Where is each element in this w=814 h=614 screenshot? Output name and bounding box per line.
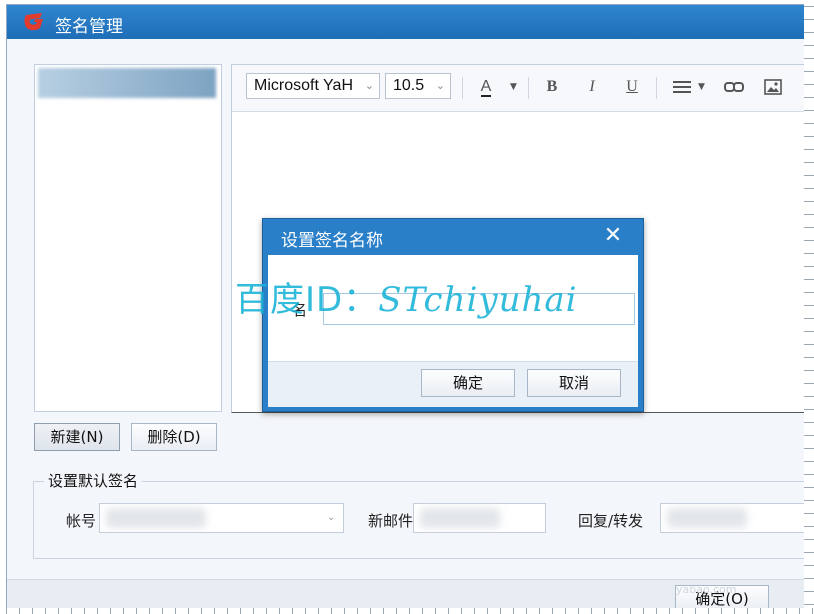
dialog-ok-button[interactable]: 确定 (421, 369, 515, 397)
toolbar-divider (656, 77, 657, 99)
dialog-cancel-button[interactable]: 取消 (527, 369, 621, 397)
new-signature-button[interactable]: 新建(N) (34, 423, 120, 451)
set-signature-name-dialog: 设置签名名称 ✕ 名 确定 取消 (262, 218, 644, 412)
font-color-button[interactable]: A (472, 74, 500, 100)
bold-icon: B (546, 78, 558, 95)
chevron-down-icon: ⌄ (364, 80, 374, 92)
image-icon (764, 79, 782, 96)
dialog-body: 名 (268, 255, 638, 361)
insert-image-button[interactable] (759, 74, 787, 100)
delete-signature-button[interactable]: 删除(D) (131, 423, 217, 451)
site-watermark: yabao.com (676, 583, 737, 596)
default-signature-group-label: 设置默认签名 (44, 470, 143, 491)
align-button[interactable] (668, 74, 696, 100)
link-icon (724, 82, 744, 93)
dialog-footer: 确定 取消 (268, 361, 638, 407)
align-left-icon (673, 81, 691, 94)
blurred-value (420, 508, 500, 528)
reply-forward-label: 回复/转发 (578, 512, 644, 530)
new-mail-label: 新邮件 (368, 512, 414, 530)
new-mail-select[interactable] (413, 503, 546, 533)
close-icon[interactable]: ✕ (601, 223, 625, 249)
font-color-icon: A (480, 78, 492, 97)
new-signature-label: 新建(N) (50, 428, 104, 446)
dialog-ok-label: 确定 (452, 374, 483, 392)
signature-name-input[interactable] (323, 293, 635, 325)
italic-icon: I (589, 78, 595, 95)
chevron-down-icon: ⌄ (327, 512, 336, 523)
toolbar-divider (528, 77, 529, 99)
toolbar-divider (462, 77, 463, 99)
dialog-cancel-label: 取消 (558, 374, 589, 392)
blurred-value (106, 508, 206, 528)
underline-icon: U (626, 78, 638, 95)
chevron-down-icon: ⌄ (435, 80, 445, 92)
signature-list-item[interactable] (38, 68, 216, 98)
reply-forward-select[interactable] (660, 503, 805, 533)
window-title: 签名管理 (55, 17, 123, 37)
insert-link-button[interactable] (720, 74, 748, 100)
font-size-select[interactable]: 10.5 ⌄ (385, 73, 451, 99)
editor-toolbar: Microsoft YaH ⌄ 10.5 ⌄ A ▼ B I U ▼ (232, 65, 807, 112)
torn-edge-bottom (0, 608, 814, 614)
torn-edge-right (804, 0, 814, 614)
app-logo-icon (24, 13, 43, 31)
dialog-title: 设置签名名称 (281, 231, 383, 251)
signature-list[interactable] (34, 64, 222, 412)
italic-button[interactable]: I (578, 74, 606, 100)
font-family-value: Microsoft YaH (254, 77, 353, 94)
delete-signature-label: 删除(D) (147, 428, 201, 446)
caret-down-icon[interactable]: ▼ (698, 74, 705, 100)
title-bar: 签名管理 (7, 5, 807, 39)
account-label: 帐号 (66, 512, 97, 530)
signature-name-label: 名 (292, 301, 308, 319)
underline-button[interactable]: U (618, 74, 646, 100)
font-size-value: 10.5 (393, 77, 425, 94)
bold-button[interactable]: B (538, 74, 566, 100)
account-select[interactable] (99, 503, 344, 533)
blurred-value (667, 508, 747, 528)
caret-down-icon[interactable]: ▼ (510, 74, 517, 100)
font-family-select[interactable]: Microsoft YaH ⌄ (246, 73, 380, 99)
